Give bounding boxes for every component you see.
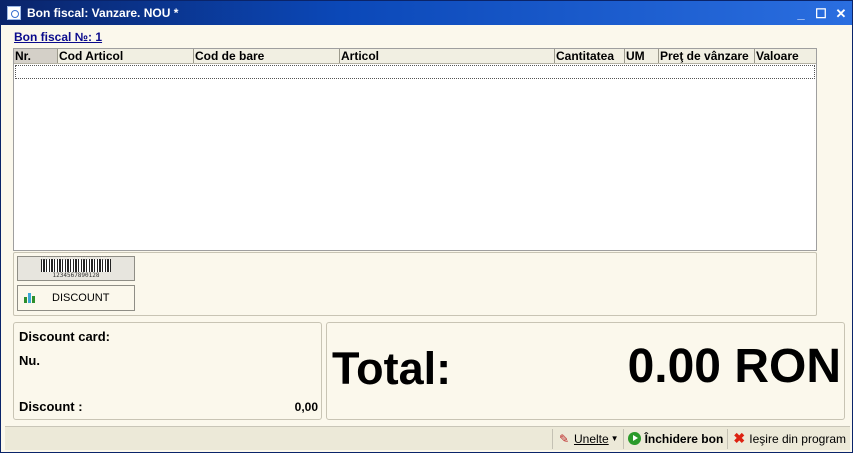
column-header-cantitatea[interactable]: Cantitatea [555,49,625,63]
total-panel: Total: 0.00 RON [326,322,845,420]
items-grid[interactable]: Nr. Cod Articol Cod de bare Articol Cant… [13,48,817,251]
column-header-pret-vanzare[interactable]: Preţ de vânzare [659,49,755,63]
chevron-down-icon: ▼ [610,434,619,443]
app-icon[interactable] [7,6,21,20]
title-bar[interactable]: Bon fiscal: Vanzare. NOU * _ ☐ ✕ [1,1,852,25]
total-label: Total: [332,343,452,394]
column-header-articol[interactable]: Articol [340,49,555,63]
bottom-toolbar: ✎ Unelte ▼ Închidere bon ✖ Ieşire din pr… [5,426,850,450]
tools-menu-button[interactable]: ✎ Unelte ▼ [551,428,623,449]
column-header-nr[interactable]: Nr. [14,49,58,63]
card-number-label: Nu. [19,353,40,368]
close-receipt-label: Închidere bon [644,431,724,446]
barcode-button[interactable]: 1234567890128 [17,256,135,281]
table-row-new[interactable] [15,65,815,79]
exit-icon: ✖ [733,430,746,446]
barcode-icon: 1234567890128 [39,258,113,279]
play-icon [628,432,642,446]
discount-button-label: DISCOUNT [52,292,110,304]
maximize-icon[interactable]: ☐ [812,5,830,21]
column-header-valoare[interactable]: Valoare [755,49,816,63]
receipt-window: Bon fiscal: Vanzare. NOU * _ ☐ ✕ Bon fis… [0,0,853,453]
discount-button[interactable]: DISCOUNT [17,285,135,311]
discount-value: 0,00 [294,400,318,414]
discount-card-panel: Discount card: Nu. Discount : 0,00 [13,322,322,420]
column-header-cod-de-bare[interactable]: Cod de bare [194,49,340,63]
window-title: Bon fiscal: Vanzare. NOU * [27,6,179,20]
grid-header: Nr. Cod Articol Cod de bare Articol Cant… [14,49,816,64]
minimize-icon[interactable]: _ [792,5,810,21]
actions-panel: 1234567890128 DISCOUNT [13,252,817,316]
close-receipt-button[interactable]: Închidere bon [622,428,728,449]
close-icon[interactable]: ✕ [832,5,850,21]
column-header-cod-articol[interactable]: Cod Articol [58,49,194,63]
tools-icon: ✎ [558,431,570,446]
tools-label: Unelte [573,431,609,446]
window-controls: _ ☐ ✕ [790,5,850,21]
discount-card-label: Discount card: [19,329,111,344]
exit-program-label: Ieşire din program [749,431,846,446]
column-header-um[interactable]: UM [625,49,659,63]
exit-program-button[interactable]: ✖ Ieşire din program [727,428,850,449]
receipt-number-link[interactable]: Bon fiscal №: 1 [14,30,102,44]
discount-icon [24,293,36,303]
total-value: 0.00 RON [627,340,841,393]
discount-label: Discount : [19,399,83,414]
